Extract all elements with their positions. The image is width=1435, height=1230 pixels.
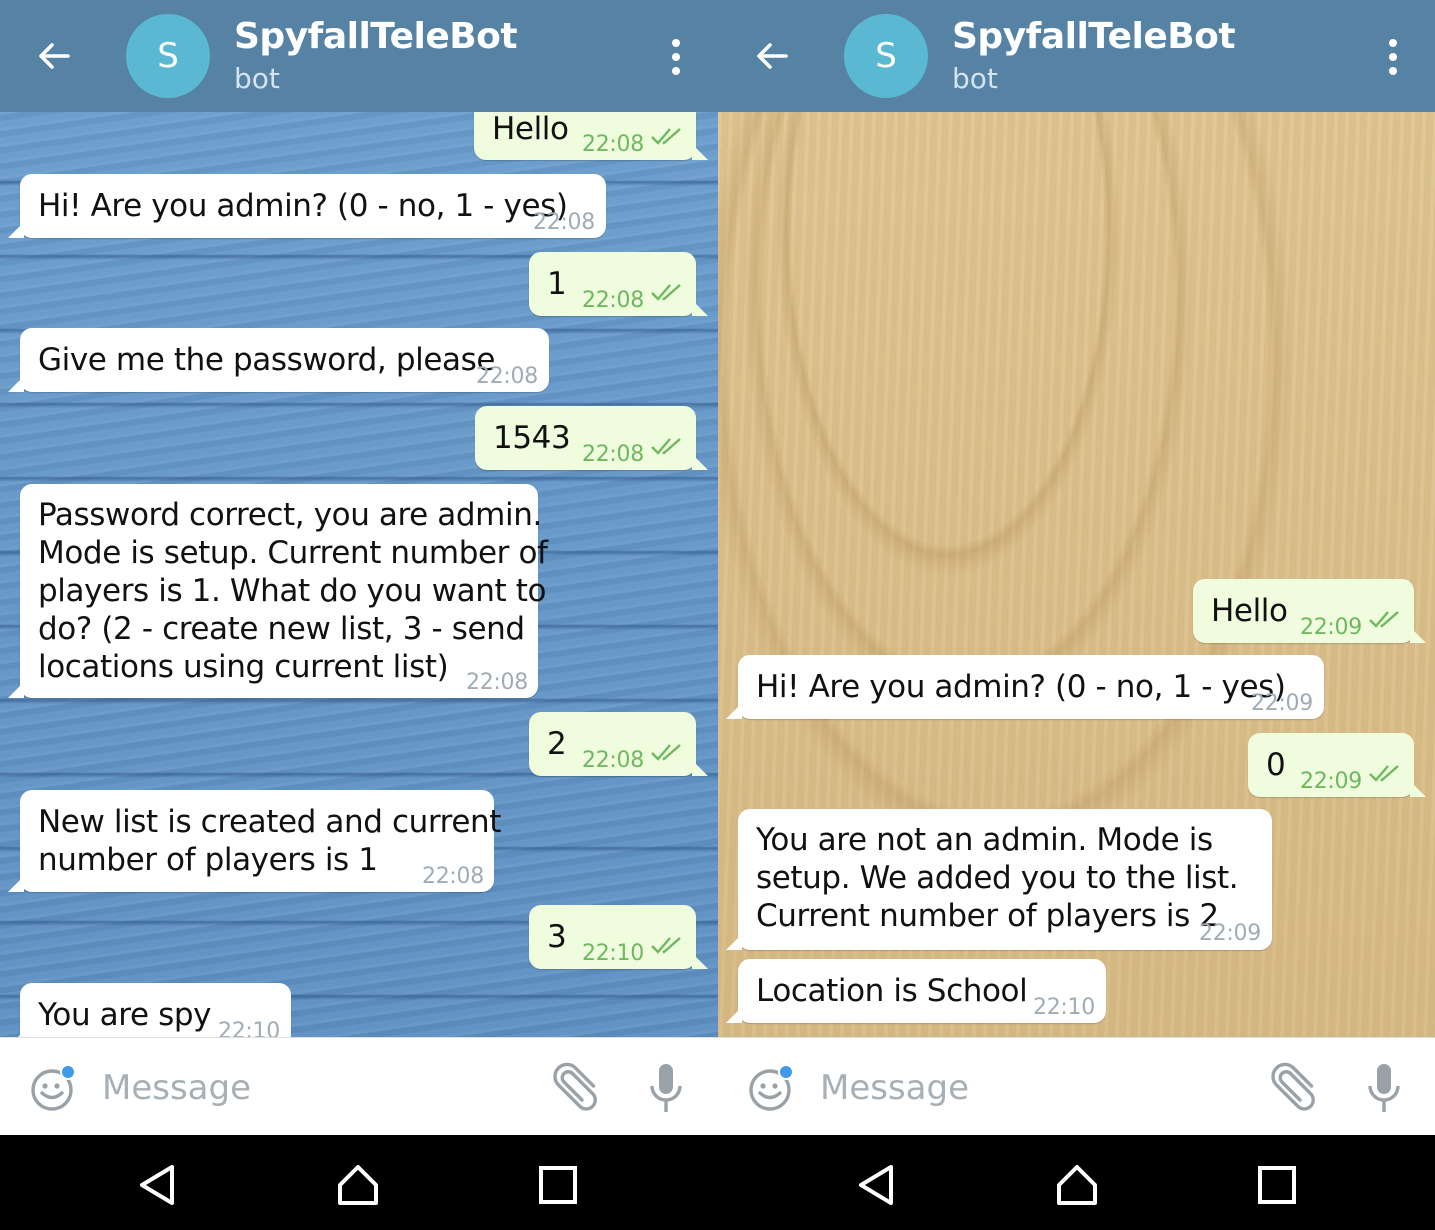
message-text: 3 [547,919,567,955]
message-outgoing[interactable]: 2 22:08 [529,712,708,776]
message-text: 1 [547,266,567,302]
read-check-icon [651,128,681,145]
app-bar: S SpyfallTeleBot bot [718,0,1435,112]
message-time: 22:09 [1251,691,1313,716]
message-time: 22:08 [582,288,644,313]
arrow-back-icon[interactable] [34,36,74,76]
message-incoming[interactable]: Hi! Are you admin? (0 - no, 1 - yes) 22:… [8,174,606,238]
read-check-icon [651,284,681,301]
triangle-back-icon[interactable] [855,1163,899,1207]
system-nav-bar [0,1135,1435,1230]
message-time: 22:08 [476,364,538,389]
avatar[interactable]: S [126,14,210,98]
chat-history[interactable]: Hello 22:08 Hi! Are you admin? (0 - no, … [0,112,718,1037]
microphone-icon[interactable] [1366,1062,1402,1114]
message-outgoing[interactable]: Hello 22:09 [1193,579,1426,643]
message-incoming[interactable]: New list is created and current number o… [8,790,501,892]
message-text: Location is School [756,973,1028,1009]
message-text: Give me the password, please [38,342,496,378]
message-outgoing[interactable]: Hello 22:08 [474,112,708,160]
message-time: 22:10 [582,941,644,966]
message-text: Hi! Are you admin? (0 - no, 1 - yes) [756,669,1286,705]
paperclip-icon[interactable] [1266,1062,1318,1114]
house-icon[interactable] [336,1163,380,1207]
chat-subtitle: bot [234,62,280,95]
message-text: 1543 [493,420,571,456]
message-text: 2 [547,726,567,762]
message-time: 22:10 [1033,995,1095,1020]
message-text: Password correct, you are admin. Mode is… [38,497,548,685]
message-time: 22:10 [218,1019,280,1037]
message-time: 22:08 [582,748,644,773]
square-icon[interactable] [1255,1163,1299,1207]
read-check-icon [1369,765,1399,782]
message-text: Hello [1211,593,1288,629]
chat-screen-right: S SpyfallTeleBot bot Hello 22:09 Hi! Are… [718,0,1435,1135]
square-icon[interactable] [536,1163,580,1207]
chat-screen-left: S SpyfallTeleBot bot Hello 22:08 Hi! Are… [0,0,718,1135]
message-time: 22:08 [582,442,644,467]
message-text: 0 [1266,747,1286,783]
message-time: 22:09 [1199,921,1261,946]
read-check-icon [651,744,681,761]
message-incoming[interactable]: Location is School 22:10 [726,959,1106,1023]
smiley-icon[interactable] [746,1064,794,1112]
message-text: You are not an admin. Mode is setup. We … [756,822,1239,934]
message-input[interactable] [820,1064,1240,1112]
chat-title[interactable]: SpyfallTeleBot [234,16,518,57]
chat-history[interactable]: Hello 22:09 Hi! Are you admin? (0 - no, … [718,112,1435,1037]
message-time: 22:08 [422,864,484,889]
message-incoming[interactable]: You are not an admin. Mode is setup. We … [726,809,1272,950]
paperclip-icon[interactable] [548,1062,600,1114]
message-time: 22:08 [582,132,644,157]
read-check-icon [651,937,681,954]
message-text: Hello [492,112,569,147]
read-check-icon [651,438,681,455]
message-outgoing[interactable]: 1543 22:08 [475,406,708,470]
message-outgoing[interactable]: 3 22:10 [529,905,708,969]
more-vertical-icon[interactable] [668,38,684,76]
message-time: 22:09 [1300,615,1362,640]
message-incoming[interactable]: Hi! Are you admin? (0 - no, 1 - yes) 22:… [726,655,1324,719]
app-bar: S SpyfallTeleBot bot [0,0,718,112]
message-composer [718,1037,1435,1135]
message-input[interactable] [102,1064,522,1112]
microphone-icon[interactable] [648,1062,684,1114]
arrow-back-icon[interactable] [752,36,792,76]
chat-title[interactable]: SpyfallTeleBot [952,16,1236,57]
avatar[interactable]: S [844,14,928,98]
smiley-icon[interactable] [28,1064,76,1112]
chat-subtitle: bot [952,62,998,95]
more-vertical-icon[interactable] [1385,38,1401,76]
message-time: 22:08 [533,210,595,235]
house-icon[interactable] [1055,1163,1099,1207]
read-check-icon [1369,611,1399,628]
message-composer [0,1037,718,1135]
triangle-back-icon[interactable] [136,1163,180,1207]
message-time: 22:09 [1300,769,1362,794]
message-text: You are spy [38,997,212,1033]
message-incoming[interactable]: Give me the password, please 22:08 [8,328,549,392]
message-incoming[interactable]: Password correct, you are admin. Mode is… [8,484,548,698]
message-outgoing[interactable]: 0 22:09 [1248,733,1426,797]
message-incoming[interactable]: You are spy 22:10 [8,983,291,1037]
message-outgoing[interactable]: 1 22:08 [529,252,708,316]
message-text: Hi! Are you admin? (0 - no, 1 - yes) [38,188,568,224]
message-time: 22:08 [466,670,528,695]
